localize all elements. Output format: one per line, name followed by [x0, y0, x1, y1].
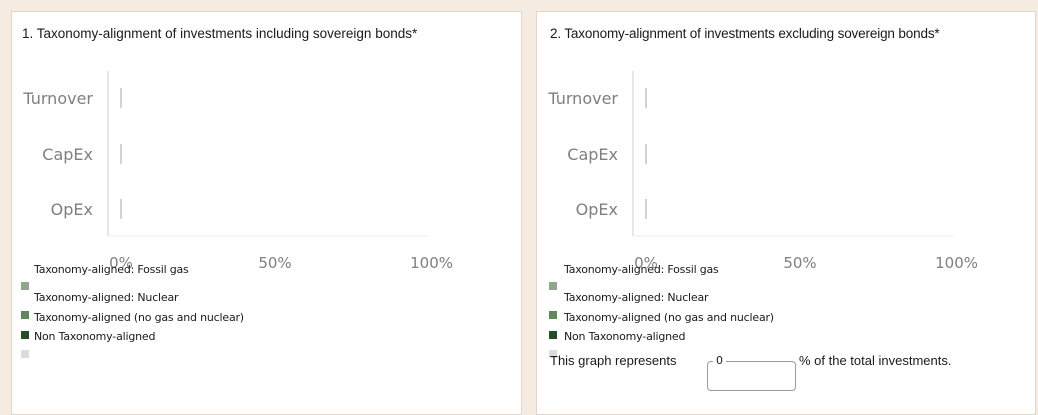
legend-swatch-1 [21, 282, 29, 290]
category-label-capex: CapEx [42, 145, 93, 164]
category-label-opex: OpEx [51, 200, 93, 219]
category-label-capex: CapEx [567, 145, 618, 164]
legend-swatch-3 [549, 331, 557, 339]
footer-prefix: This graph represents [550, 353, 677, 368]
tick-label-100pct: 100% [935, 254, 978, 272]
legend-label-1: Taxonomy-aligned: Fossil gas [564, 263, 719, 276]
category-label-opex: OpEx [576, 200, 618, 219]
legend-swatch-3 [21, 331, 29, 339]
category-label-turnover: Turnover [547, 89, 618, 108]
legend-label-2: Taxonomy-aligned: Nuclear [564, 291, 709, 304]
legend-swatch-2 [549, 311, 557, 319]
tick-label-50pct: 50% [783, 254, 816, 272]
footer-suffix: % of the total investments. [799, 353, 952, 368]
category-label-turnover: Turnover [22, 89, 93, 108]
tick-label-50pct: 50% [258, 254, 291, 272]
chart-including-sovereign-bonds: TurnoverCapExOpEx0% 50% 100% [22, 71, 453, 272]
chart-panel-including-sovereign-bonds: 1. Taxonomy-alignment of investments inc… [11, 11, 522, 415]
legend-swatch-1 [549, 282, 557, 290]
legend-swatch-4 [21, 350, 29, 358]
legend-label-1: Taxonomy-aligned: Fossil gas [34, 263, 189, 276]
tick-label-100pct: 100% [410, 254, 453, 272]
percentage-value: 0 [713, 354, 726, 367]
chart-excluding-sovereign-bonds: TurnoverCapExOpEx0% 50% 100% [547, 71, 978, 272]
legend-label-4: Non Taxonomy-aligned [564, 330, 686, 343]
legend-label-3: Taxonomy-aligned (no gas and nuclear) [34, 311, 244, 324]
legend-label-4: Non Taxonomy-aligned [34, 330, 156, 343]
legend-label-2: Taxonomy-aligned: Nuclear [34, 291, 179, 304]
chart-panel-excluding-sovereign-bonds: 2. Taxonomy-alignment of investments exc… [536, 11, 1036, 415]
legend-label-3: Taxonomy-aligned (no gas and nuclear) [564, 311, 774, 324]
legend-swatch-2 [21, 311, 29, 319]
